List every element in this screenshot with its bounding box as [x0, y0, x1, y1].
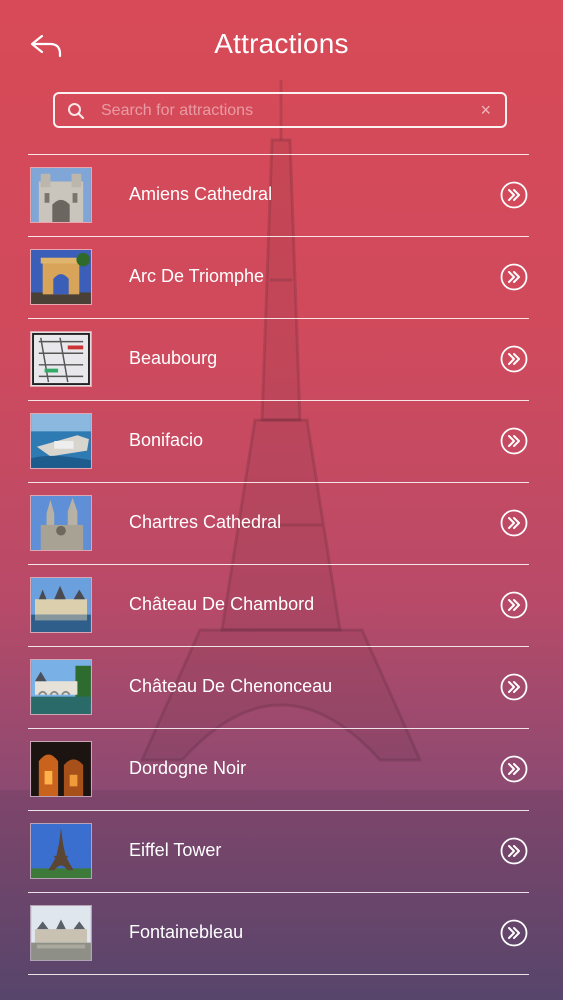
beaubourg-thumbnail	[30, 331, 92, 387]
list-item-label: Amiens Cathedral	[129, 184, 273, 204]
attractions-list: Amiens Cathedral Arc De Triomphe Beaubou…	[28, 154, 529, 975]
list-item-chateau-de-chambord[interactable]: Château De Chambord	[28, 565, 529, 647]
fontainebleau-thumbnail	[30, 905, 92, 961]
list-item-label: Dordogne Noir	[129, 758, 247, 778]
list-item-label: Chartres Cathedral	[129, 512, 282, 532]
chevron-double-right-icon[interactable]	[500, 673, 528, 701]
amiens-cathedral-thumbnail	[30, 167, 92, 223]
list-item-amiens-cathedral[interactable]: Amiens Cathedral	[28, 155, 529, 237]
chevron-double-right-icon[interactable]	[500, 509, 528, 537]
list-item-dordogne-noir[interactable]: Dordogne Noir	[28, 729, 529, 811]
list-item-label: Fontainebleau	[129, 922, 244, 942]
chevron-double-right-icon[interactable]	[500, 427, 528, 455]
chevron-double-right-icon[interactable]	[500, 837, 528, 865]
list-item-chartres-cathedral[interactable]: Chartres Cathedral	[28, 483, 529, 565]
list-item-chateau-de-chenonceau[interactable]: Château De Chenonceau	[28, 647, 529, 729]
search-input[interactable]	[99, 98, 463, 124]
chevron-double-right-icon[interactable]	[500, 755, 528, 783]
list-item-label: Arc De Triomphe	[129, 266, 265, 286]
list-item-bonifacio[interactable]: Bonifacio	[28, 401, 529, 483]
list-item-label: Château De Chambord	[129, 594, 315, 614]
chevron-double-right-icon[interactable]	[500, 181, 528, 209]
list-item-label: Bonifacio	[129, 430, 204, 450]
search-box: ×	[53, 92, 507, 128]
chateau-de-chenonceau-thumbnail	[30, 659, 92, 715]
list-item-label: Château De Chenonceau	[129, 676, 333, 696]
chevron-double-right-icon[interactable]	[500, 263, 528, 291]
chevron-double-right-icon[interactable]	[500, 591, 528, 619]
arc-de-triomphe-thumbnail	[30, 249, 92, 305]
list-item-label: Eiffel Tower	[129, 840, 222, 860]
bonifacio-thumbnail	[30, 413, 92, 469]
chevron-double-right-icon[interactable]	[500, 345, 528, 373]
list-item-beaubourg[interactable]: Beaubourg	[28, 319, 529, 401]
page-title: Attractions	[214, 28, 349, 59]
list-item-eiffel-tower[interactable]: Eiffel Tower	[28, 811, 529, 893]
list-item-label: Beaubourg	[129, 348, 218, 368]
chartres-cathedral-thumbnail	[30, 495, 92, 551]
list-item-arc-de-triomphe[interactable]: Arc De Triomphe	[28, 237, 529, 319]
dordogne-noir-thumbnail	[30, 741, 92, 797]
eiffel-tower-thumbnail	[30, 823, 92, 879]
chateau-de-chambord-thumbnail	[30, 577, 92, 633]
header-bar: Attractions	[0, 0, 563, 90]
search-icon	[67, 102, 85, 120]
clear-search-icon[interactable]: ×	[480, 100, 491, 120]
chevron-double-right-icon[interactable]	[500, 919, 528, 947]
list-item-fontainebleau[interactable]: Fontainebleau	[28, 893, 529, 975]
